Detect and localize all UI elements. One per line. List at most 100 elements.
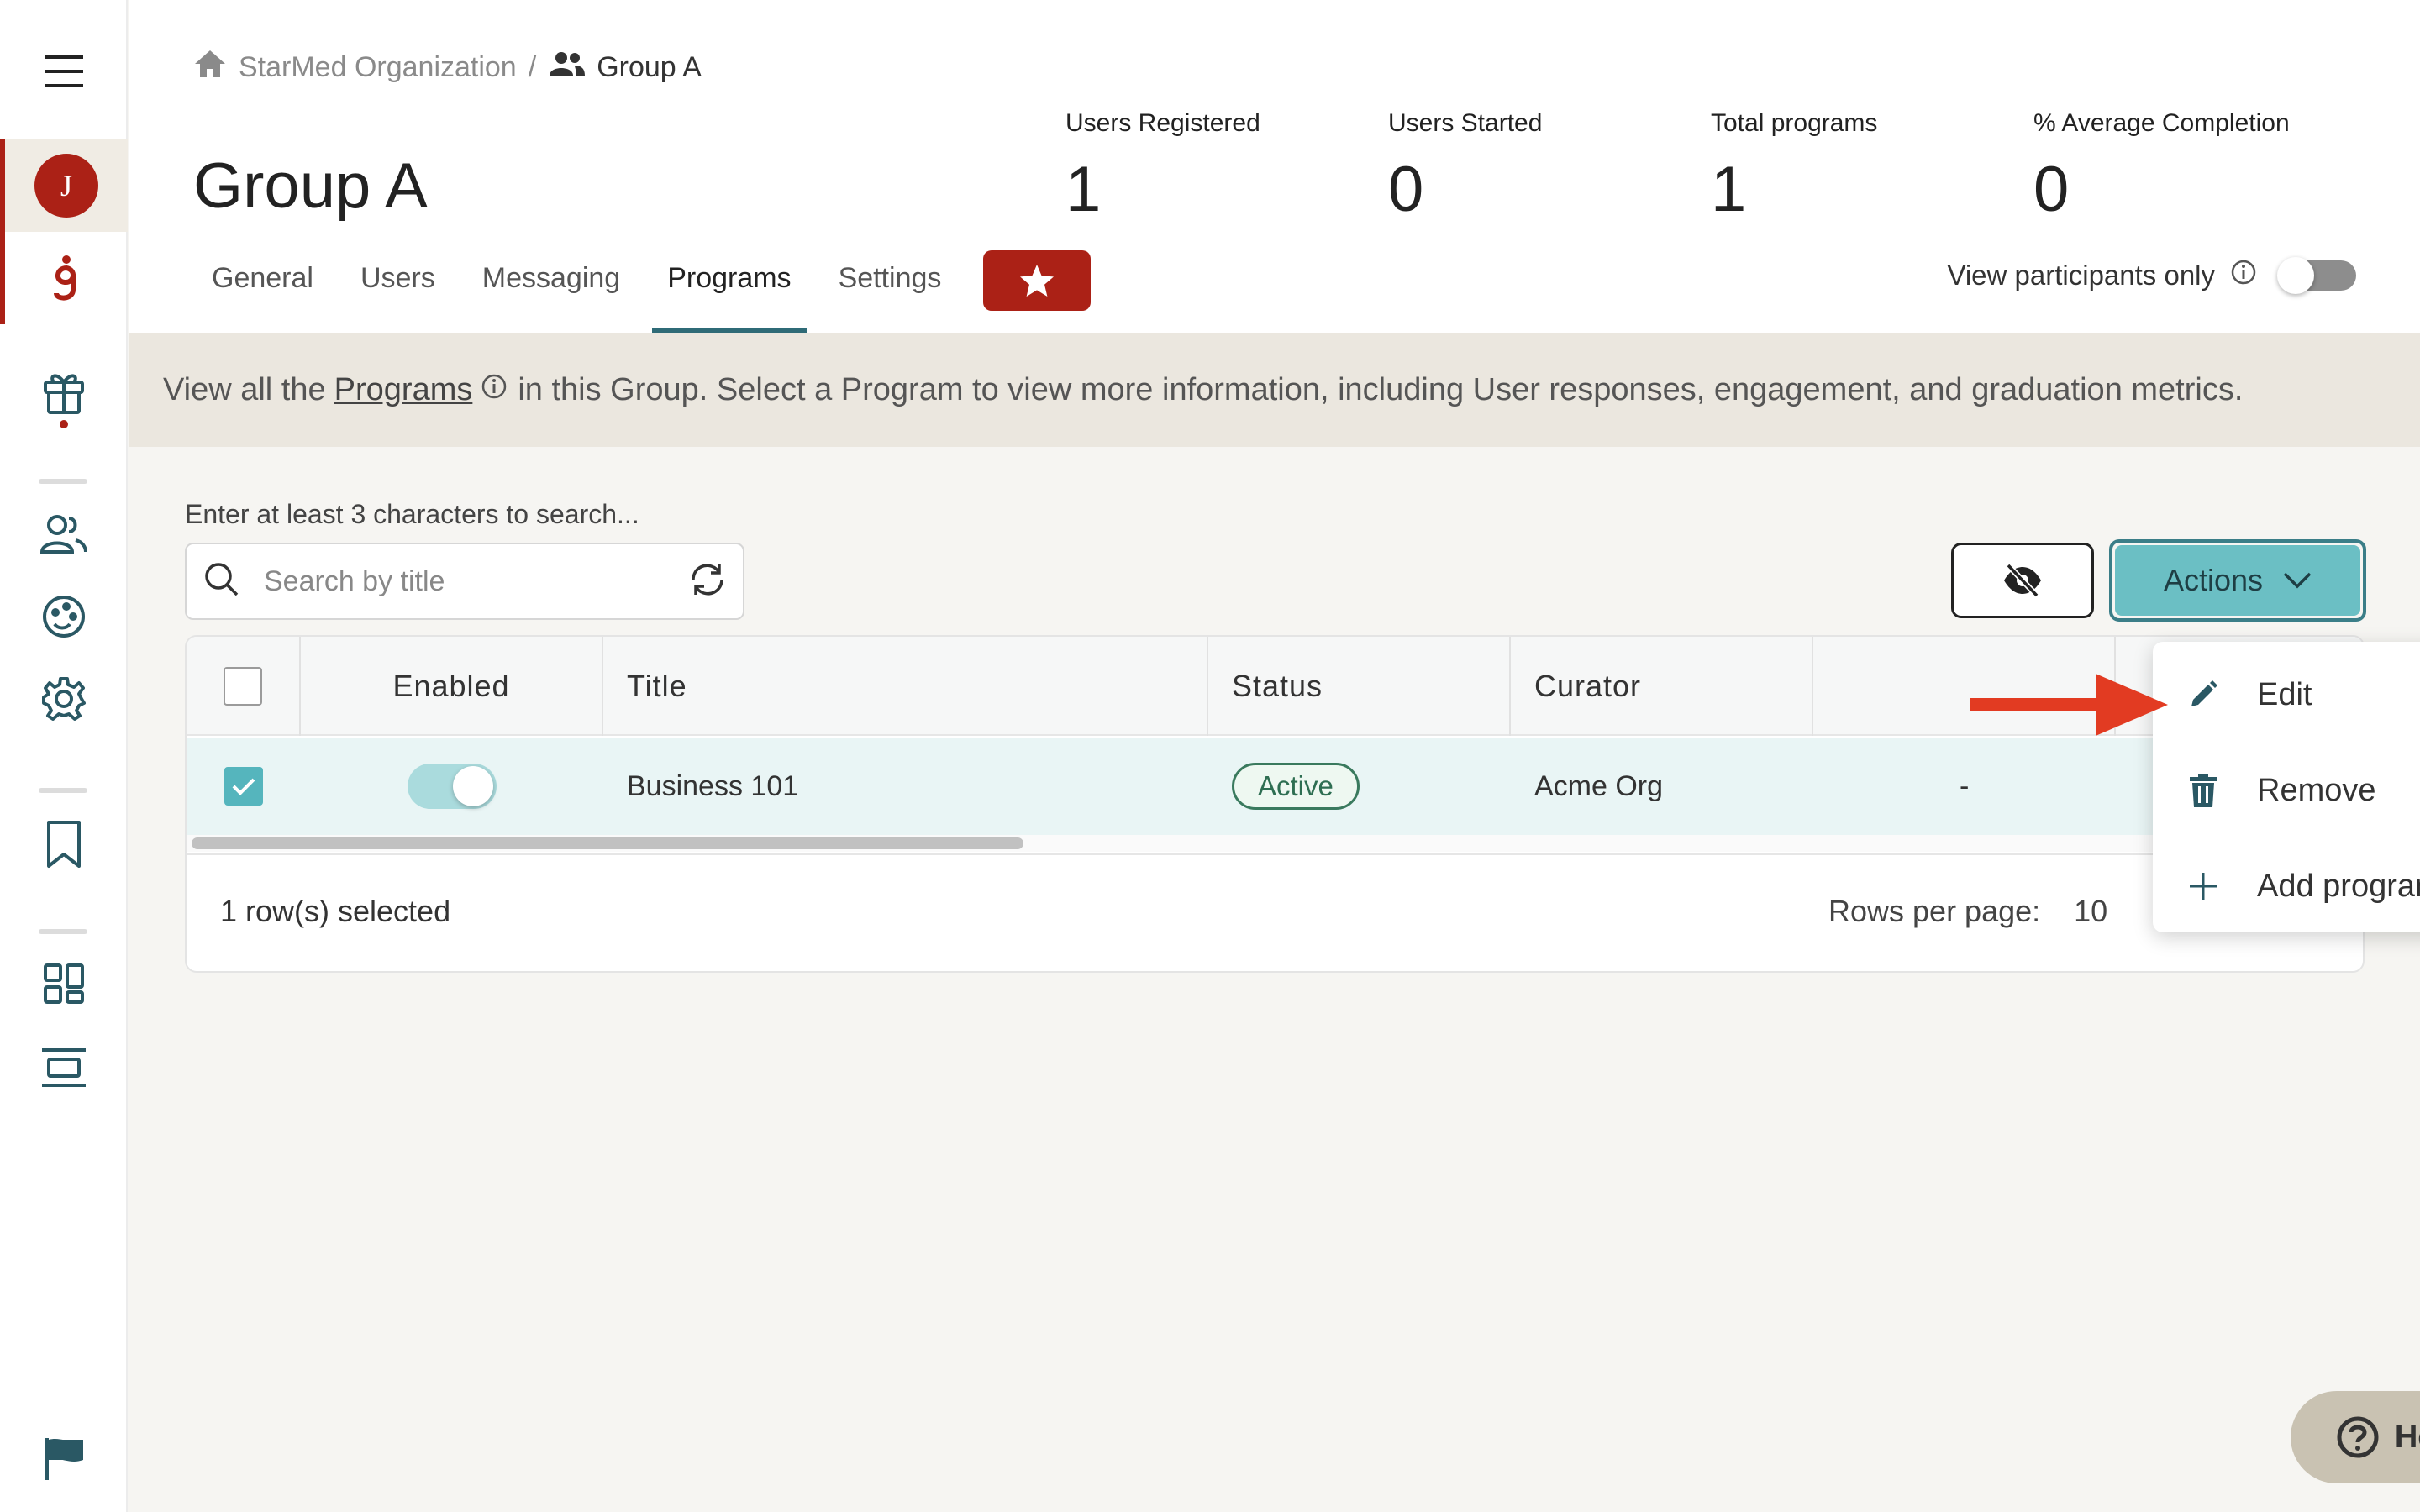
column-header-title[interactable]: Title bbox=[603, 637, 1208, 736]
select-all-checkbox[interactable] bbox=[224, 667, 262, 706]
stat-value: 1 bbox=[1065, 154, 1102, 225]
rows-per-page: Rows per page: 10 bbox=[1828, 894, 2107, 929]
home-icon[interactable] bbox=[193, 49, 227, 87]
column-header-enabled[interactable]: Enabled bbox=[301, 637, 603, 736]
menu-item-label: Edit bbox=[2257, 676, 2312, 712]
stat-label: Total programs bbox=[1711, 109, 1878, 137]
help-label: Help bbox=[2394, 1419, 2420, 1455]
banner-prefix: View all the bbox=[163, 371, 326, 407]
sidebar-divider bbox=[39, 788, 87, 793]
tab-general[interactable]: General bbox=[188, 249, 337, 333]
scrollbar-thumb[interactable] bbox=[192, 837, 1023, 849]
stat-value: 1 bbox=[1711, 154, 1747, 225]
tab-messaging[interactable]: Messaging bbox=[459, 249, 644, 333]
annotation-arrow bbox=[1970, 667, 2171, 747]
stat-total-programs: Total programs 1 bbox=[1711, 109, 1877, 226]
stat-label: % Average Completion bbox=[2033, 109, 2290, 137]
breadcrumb-current: Group A bbox=[597, 51, 702, 83]
breadcrumb-separator: / bbox=[528, 51, 537, 83]
question-circle-icon bbox=[2337, 1416, 2379, 1458]
eye-off-icon bbox=[2004, 563, 2041, 598]
menu-item-label: Remove bbox=[2257, 772, 2376, 808]
view-participants-toggle-group: View participants only bbox=[1947, 257, 2356, 294]
check-icon bbox=[232, 778, 255, 795]
actions-button-inner: Actions bbox=[2115, 545, 2360, 616]
menu-item-add-program[interactable]: Add program bbox=[2153, 838, 2420, 934]
view-participants-toggle[interactable] bbox=[2277, 257, 2356, 294]
status-cell: Active bbox=[1208, 738, 1511, 835]
stat-average-completion: % Average Completion 0 bbox=[2033, 109, 2290, 226]
menu-item-edit[interactable]: Edit bbox=[2153, 647, 2420, 743]
column-header-curator[interactable]: Curator bbox=[1511, 637, 1813, 736]
star-icon bbox=[1020, 265, 1055, 297]
breadcrumb: StarMed Organization / Group A bbox=[193, 49, 702, 87]
view-participants-label: View participants only bbox=[1947, 260, 2215, 291]
table-footer: 1 row(s) selected Rows per page: 10 bbox=[187, 853, 2363, 971]
page-title: Group A bbox=[193, 150, 428, 222]
bookmark-icon[interactable] bbox=[0, 815, 128, 874]
extra-cell: - bbox=[1960, 769, 1970, 802]
main-content: StarMed Organization / Group A Group A U… bbox=[129, 0, 2420, 1512]
stat-users-started: Users Started 0 bbox=[1388, 109, 1542, 226]
column-header-status[interactable]: Status bbox=[1208, 637, 1511, 736]
tab-programs[interactable]: Programs bbox=[644, 249, 814, 333]
info-icon[interactable] bbox=[2230, 259, 2257, 292]
search-box bbox=[185, 543, 744, 620]
help-button[interactable]: Help bbox=[2291, 1391, 2420, 1483]
search-icon bbox=[203, 561, 240, 602]
actions-button[interactable]: Actions bbox=[2109, 539, 2366, 622]
enabled-toggle[interactable] bbox=[408, 764, 497, 809]
title-cell[interactable]: Business 101 bbox=[603, 738, 1208, 835]
hide-columns-button[interactable] bbox=[1951, 543, 2094, 618]
sidebar: J bbox=[0, 0, 128, 1512]
brand-logo-icon[interactable] bbox=[0, 232, 128, 324]
enabled-cell bbox=[301, 738, 603, 835]
stat-users-registered: Users Registered 1 bbox=[1065, 109, 1260, 226]
status-badge: Active bbox=[1232, 763, 1360, 810]
select-all-cell bbox=[187, 637, 301, 736]
actions-label: Actions bbox=[2163, 563, 2264, 597]
search-input[interactable] bbox=[264, 564, 689, 598]
info-banner: View all the Programs in this Group. Sel… bbox=[129, 333, 2420, 447]
tab-settings[interactable]: Settings bbox=[815, 249, 965, 333]
tab-bar: General Users Messaging Programs Setting… bbox=[188, 249, 1092, 333]
tab-users[interactable]: Users bbox=[337, 249, 459, 333]
actions-menu: Edit Remove Add program bbox=[2153, 642, 2420, 932]
palette-icon[interactable] bbox=[0, 591, 128, 642]
hamburger-menu-icon[interactable] bbox=[0, 42, 128, 101]
sidebar-divider bbox=[39, 929, 87, 934]
sidebar-divider bbox=[39, 479, 87, 484]
menu-item-label: Add program bbox=[2257, 868, 2420, 904]
row-checkbox[interactable] bbox=[224, 767, 263, 806]
curator-cell: Acme Org bbox=[1534, 769, 1664, 802]
chevron-down-icon bbox=[2283, 572, 2312, 589]
plus-icon bbox=[2190, 873, 2217, 900]
avatar[interactable]: J bbox=[0, 139, 128, 232]
gear-icon[interactable] bbox=[0, 674, 128, 724]
pencil-icon bbox=[2191, 680, 2217, 706]
rows-per-page-label: Rows per page: bbox=[1828, 894, 2041, 928]
rows-per-page-select[interactable]: 10 bbox=[2074, 894, 2107, 929]
horizontal-scrollbar[interactable] bbox=[187, 835, 2363, 852]
users-icon[interactable] bbox=[0, 509, 128, 559]
banner-suffix: in this Group. Select a Program to view … bbox=[518, 371, 2244, 407]
gift-icon[interactable] bbox=[0, 366, 128, 433]
layout-icon[interactable] bbox=[0, 1042, 128, 1094]
info-icon[interactable] bbox=[481, 372, 508, 408]
tab-favorites[interactable] bbox=[983, 250, 1092, 311]
table-row[interactable]: Business 101 Active Acme Org - bbox=[187, 738, 2363, 835]
stat-label: Users Started bbox=[1388, 109, 1543, 137]
trash-icon bbox=[2190, 774, 2217, 807]
breadcrumb-org-link[interactable]: StarMed Organization bbox=[239, 51, 517, 84]
row-select-cell bbox=[187, 738, 301, 835]
dashboard-icon[interactable] bbox=[0, 958, 128, 1010]
selected-count: 1 row(s) selected bbox=[220, 894, 451, 928]
search-hint: Enter at least 3 characters to search... bbox=[185, 499, 639, 529]
avatar-initial: J bbox=[34, 154, 98, 218]
flag-icon[interactable] bbox=[0, 1433, 128, 1485]
programs-link[interactable]: Programs bbox=[334, 372, 473, 408]
stat-label: Users Registered bbox=[1065, 109, 1260, 137]
refresh-icon[interactable] bbox=[689, 561, 726, 602]
menu-item-remove[interactable]: Remove bbox=[2153, 743, 2420, 838]
stat-value: 0 bbox=[2033, 154, 2070, 225]
